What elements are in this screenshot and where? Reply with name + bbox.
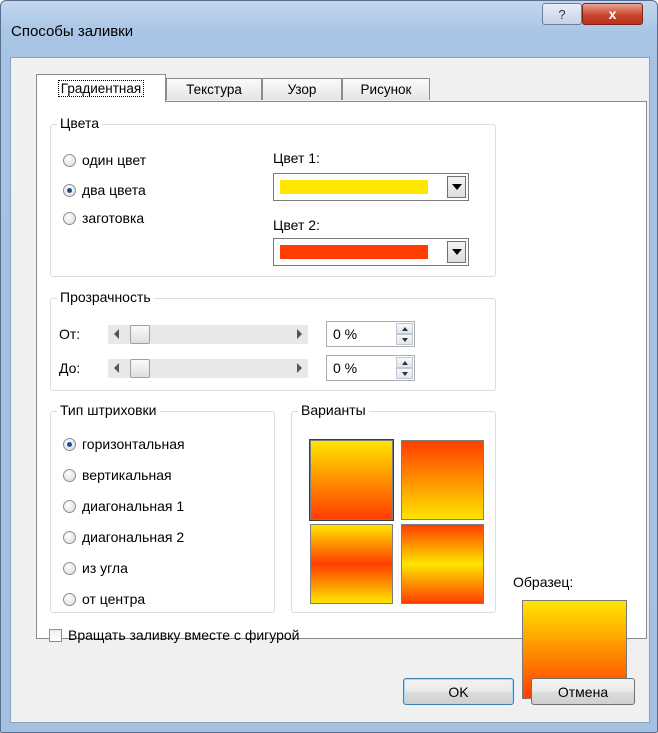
fill-effects-dialog: Способы заливки ? x Градиентная Текстура…: [0, 0, 658, 733]
radio-two-colors[interactable]: два цвета: [63, 182, 146, 198]
color1-swatch: [280, 180, 428, 194]
variant-2[interactable]: [401, 440, 484, 520]
tab-texture[interactable]: Текстура: [166, 78, 262, 100]
from-spin-down[interactable]: [396, 334, 413, 345]
to-label: До:: [59, 360, 81, 376]
to-slider-thumb[interactable]: [130, 359, 150, 378]
arrow-down-icon: [401, 337, 408, 342]
color2-dropdown-button[interactable]: [447, 241, 466, 263]
tab-picture-label: Рисунок: [360, 82, 412, 97]
variants-group-legend: Варианты: [298, 402, 369, 418]
colors-group: Цвета один цвет два цвета заготовка Цвет…: [50, 115, 496, 277]
hatch-type-group: Тип штриховки горизонтальная вертикальна…: [50, 402, 275, 613]
color1-label: Цвет 1:: [273, 150, 320, 166]
title-bar: Способы заливки ? x: [1, 1, 657, 59]
arrow-up-icon: [401, 360, 408, 365]
from-slider[interactable]: [108, 325, 308, 344]
radio-two-colors-label: два цвета: [82, 182, 146, 198]
radio-from-center[interactable]: от центра: [63, 591, 145, 607]
arrow-right-icon: [297, 329, 302, 339]
gradient-panel: Цвета один цвет два цвета заготовка Цвет…: [36, 101, 647, 699]
radio-button-selected: [63, 183, 76, 197]
arrow-up-icon: [401, 326, 408, 331]
radio-button: [63, 499, 76, 513]
tab-picture[interactable]: Рисунок: [342, 78, 430, 100]
radio-one-color[interactable]: один цвет: [63, 152, 146, 168]
arrow-right-icon: [297, 363, 302, 373]
radio-horizontal-label: горизонтальная: [82, 436, 185, 452]
radio-button: [63, 592, 76, 606]
dialog-body: Градиентная Текстура Узор Рисунок Цвета …: [10, 57, 650, 723]
help-button[interactable]: ?: [542, 3, 582, 25]
radio-diagonal-2-label: диагональная 2: [82, 529, 185, 545]
radio-from-center-label: от центра: [82, 591, 146, 607]
ok-button-label: OK: [448, 683, 469, 700]
close-icon: x: [608, 6, 617, 22]
radio-from-corner[interactable]: из угла: [63, 560, 128, 576]
tab-gradient-label: Градиентная: [57, 80, 145, 97]
to-spin-down[interactable]: [396, 368, 413, 379]
chevron-down-icon: [451, 184, 462, 190]
radio-button: [63, 211, 76, 225]
from-label: От:: [59, 326, 81, 342]
tab-texture-label: Текстура: [186, 82, 242, 97]
radio-diagonal-2[interactable]: диагональная 2: [63, 529, 184, 545]
arrow-left-icon: [114, 363, 119, 373]
tab-pattern-label: Узор: [287, 82, 317, 97]
tab-pattern[interactable]: Узор: [262, 78, 342, 100]
radio-diagonal-1-label: диагональная 1: [82, 498, 185, 514]
radio-button: [63, 530, 76, 544]
radio-button-selected: [63, 437, 76, 451]
tab-gradient[interactable]: Градиентная: [36, 74, 166, 102]
radio-preset[interactable]: заготовка: [63, 210, 144, 226]
cancel-button[interactable]: Отмена: [531, 678, 635, 705]
to-value: 0 %: [333, 360, 358, 376]
dialog-title: Способы заливки: [11, 23, 134, 40]
variant-1[interactable]: [309, 439, 394, 521]
variant-4[interactable]: [401, 524, 484, 604]
colors-group-legend: Цвета: [57, 115, 102, 131]
radio-preset-label: заготовка: [82, 210, 145, 226]
variants-group: Варианты: [291, 402, 496, 613]
color2-swatch: [280, 245, 428, 259]
close-button[interactable]: x: [582, 3, 643, 25]
arrow-down-icon: [401, 371, 408, 376]
to-spinner[interactable]: 0 %: [326, 355, 415, 381]
radio-diagonal-1[interactable]: диагональная 1: [63, 498, 184, 514]
radio-horizontal[interactable]: горизонтальная: [63, 436, 185, 452]
to-spin-up[interactable]: [396, 357, 413, 368]
radio-from-corner-label: из угла: [82, 560, 128, 576]
radio-button: [63, 468, 76, 482]
ok-button[interactable]: OK: [403, 678, 514, 705]
color1-dropdown-button[interactable]: [447, 176, 466, 198]
rotate-fill-label: Вращать заливку вместе с фигурой: [68, 627, 300, 643]
hatch-type-group-legend: Тип штриховки: [57, 402, 160, 418]
from-spin-up[interactable]: [396, 323, 413, 334]
from-spinner[interactable]: 0 %: [326, 321, 415, 347]
cancel-button-label: Отмена: [557, 683, 609, 700]
rotate-fill-checkbox[interactable]: Вращать заливку вместе с фигурой: [49, 627, 300, 643]
radio-button: [63, 153, 76, 167]
color2-label: Цвет 2:: [273, 217, 320, 233]
color2-picker[interactable]: [273, 238, 469, 266]
color1-picker[interactable]: [273, 173, 469, 201]
radio-one-color-label: один цвет: [82, 152, 147, 168]
transparency-group-legend: Прозрачность: [57, 289, 154, 305]
to-slider[interactable]: [108, 359, 308, 378]
checkbox: [49, 628, 62, 642]
radio-vertical-label: вертикальная: [82, 467, 172, 483]
radio-vertical[interactable]: вертикальная: [63, 467, 172, 483]
from-slider-thumb[interactable]: [130, 325, 150, 344]
variant-3[interactable]: [310, 524, 393, 604]
help-icon: ?: [558, 6, 566, 22]
chevron-down-icon: [451, 249, 462, 255]
from-value: 0 %: [333, 326, 358, 342]
radio-button: [63, 561, 76, 575]
sample-label: Образец:: [513, 574, 574, 590]
transparency-group: Прозрачность От: 0 % До: 0 %: [50, 289, 496, 391]
arrow-left-icon: [114, 329, 119, 339]
